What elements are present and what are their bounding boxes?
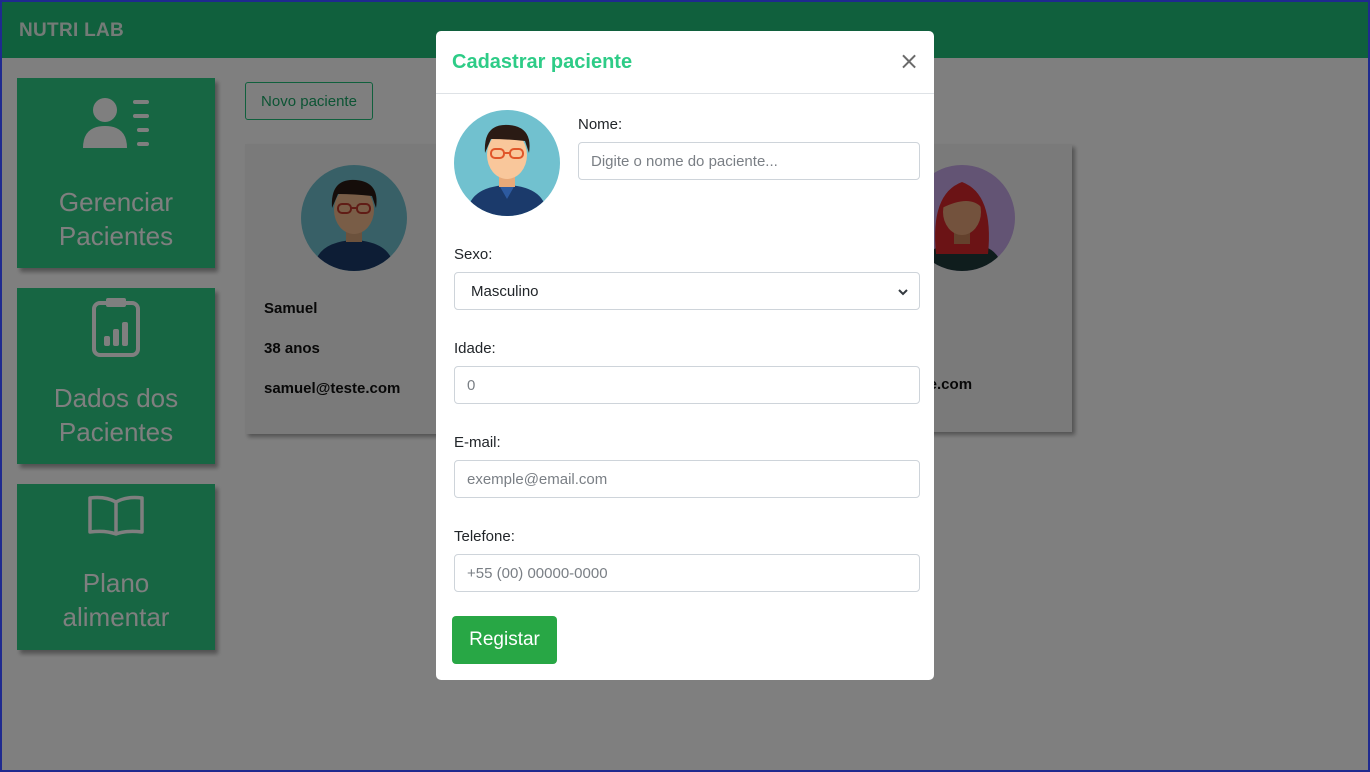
sexo-selected-value: Masculino: [471, 283, 539, 300]
male-avatar-icon: [453, 109, 561, 222]
app-window: NUTRI LAB Gerenciar Pacientes: [0, 0, 1370, 772]
telefone-label: Telefone:: [454, 528, 515, 545]
sexo-select[interactable]: Masculino: [454, 272, 920, 310]
email-input[interactable]: [454, 460, 920, 498]
email-label: E-mail:: [454, 434, 501, 451]
nome-input[interactable]: [578, 142, 920, 180]
modal-header: Cadastrar paciente ×: [436, 31, 934, 94]
nome-label: Nome:: [578, 116, 623, 133]
modal-title: Cadastrar paciente: [452, 51, 633, 73]
register-button[interactable]: Registar: [452, 616, 557, 664]
register-patient-modal: Cadastrar paciente × Nome: Digite o nome…: [436, 31, 934, 680]
idade-input[interactable]: [454, 366, 920, 404]
telefone-input[interactable]: [454, 554, 920, 592]
chevron-down-icon: [897, 285, 909, 303]
idade-label: Idade:: [454, 340, 496, 357]
sexo-label: Sexo:: [454, 246, 493, 263]
close-button[interactable]: ×: [898, 49, 920, 73]
